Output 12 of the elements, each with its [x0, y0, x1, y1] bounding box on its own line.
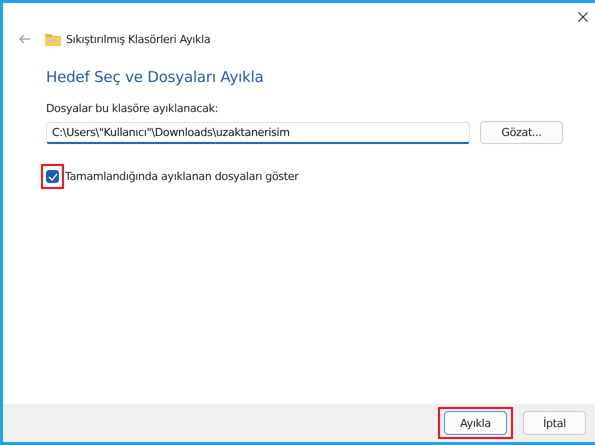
page-heading: Hedef Seç ve Dosyaları Ayıkla [46, 68, 265, 86]
close-icon[interactable] [578, 12, 588, 22]
checkbox[interactable] [46, 170, 59, 183]
path-field[interactable]: C:\Users\"Kullanıcı"\Downloads\uzaktanerisim [46, 122, 470, 144]
zip-folder-icon [45, 32, 61, 46]
window-title: Sıkıştırılmış Klasörleri Ayıkla [66, 32, 210, 46]
checkbox-label: Tamamlandığında ayıklanan dosyaları göster [65, 170, 299, 183]
extract-button[interactable]: Ayıkla [444, 411, 507, 435]
cancel-button[interactable]: İptal [523, 411, 586, 435]
field-label: Dosyalar bu klasöre ayıklanacak: [46, 102, 220, 115]
browse-button[interactable]: Gözat... [480, 121, 563, 144]
back-arrow-icon[interactable] [19, 34, 31, 44]
